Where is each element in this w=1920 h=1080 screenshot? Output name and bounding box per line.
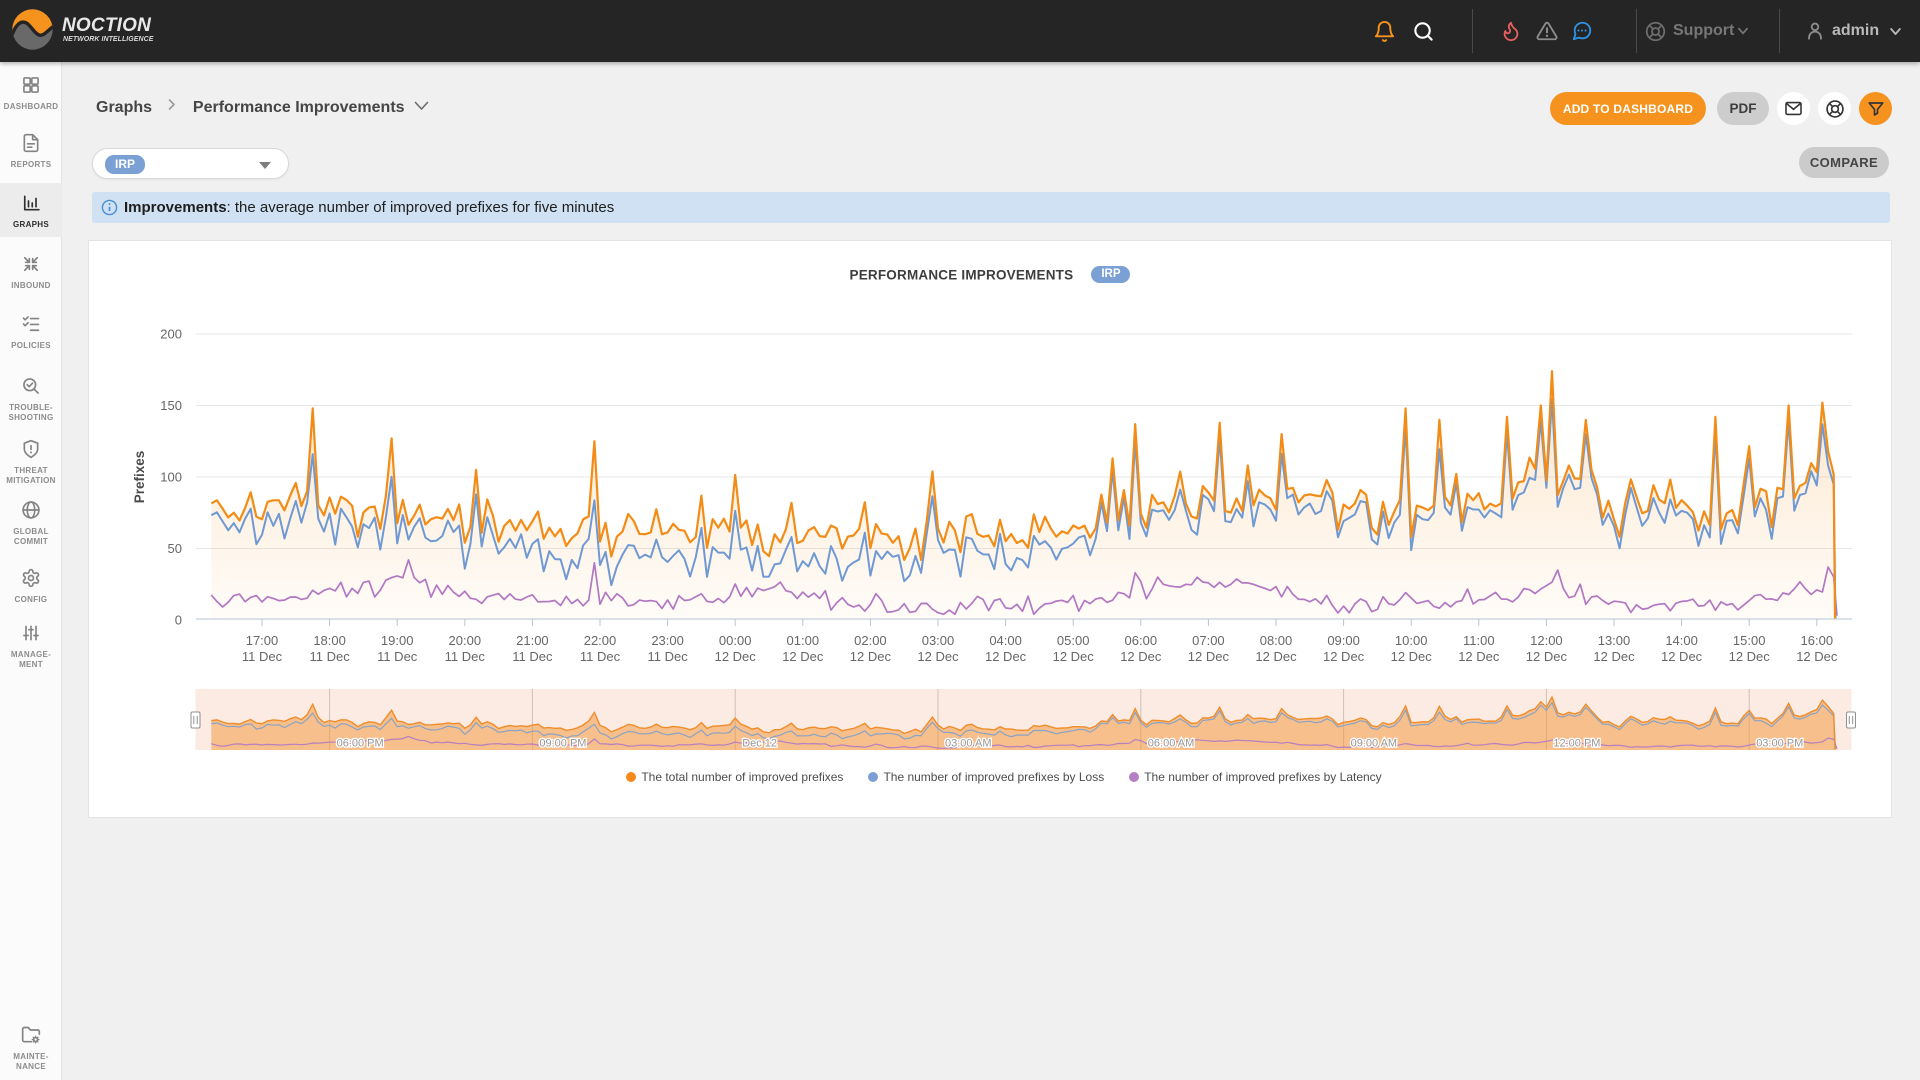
svg-text:12 Dec: 12 Dec xyxy=(1053,649,1095,664)
svg-text:12 Dec: 12 Dec xyxy=(1526,649,1568,664)
svg-text:100: 100 xyxy=(160,470,182,485)
svg-text:10:00: 10:00 xyxy=(1395,633,1428,648)
svg-text:13:00: 13:00 xyxy=(1598,633,1631,648)
svg-text:20:00: 20:00 xyxy=(449,633,482,648)
svg-text:12:00 PM: 12:00 PM xyxy=(1553,738,1600,750)
svg-text:12 Dec: 12 Dec xyxy=(1661,649,1703,664)
svg-text:Prefixes: Prefixes xyxy=(132,451,147,504)
svg-text:14:00: 14:00 xyxy=(1665,633,1698,648)
svg-text:11 Dec: 11 Dec xyxy=(647,649,688,664)
svg-text:06:00: 06:00 xyxy=(1125,633,1158,648)
svg-text:09:00 AM: 09:00 AM xyxy=(1351,738,1397,750)
svg-text:11 Dec: 11 Dec xyxy=(512,649,553,664)
svg-text:11:00: 11:00 xyxy=(1463,633,1495,648)
svg-text:03:00: 03:00 xyxy=(922,633,955,648)
svg-text:12 Dec: 12 Dec xyxy=(1593,649,1635,664)
svg-text:02:00: 02:00 xyxy=(854,633,887,648)
svg-text:150: 150 xyxy=(160,398,182,413)
svg-text:11 Dec: 11 Dec xyxy=(445,649,486,664)
svg-text:16:00: 16:00 xyxy=(1801,633,1834,648)
svg-text:18:00: 18:00 xyxy=(313,633,346,648)
svg-text:11 Dec: 11 Dec xyxy=(309,649,350,664)
svg-text:08:00: 08:00 xyxy=(1260,633,1293,648)
svg-text:00:00: 00:00 xyxy=(719,633,752,648)
svg-text:12 Dec: 12 Dec xyxy=(782,649,824,664)
svg-text:12 Dec: 12 Dec xyxy=(1458,649,1500,664)
svg-text:12 Dec: 12 Dec xyxy=(850,649,892,664)
svg-text:23:00: 23:00 xyxy=(651,633,684,648)
svg-text:03:00 PM: 03:00 PM xyxy=(1756,738,1803,750)
svg-text:06:00 AM: 06:00 AM xyxy=(1148,738,1194,750)
svg-text:12 Dec: 12 Dec xyxy=(715,649,757,664)
svg-text:15:00: 15:00 xyxy=(1733,633,1766,648)
svg-text:50: 50 xyxy=(168,541,182,556)
svg-text:21:00: 21:00 xyxy=(516,633,549,648)
svg-text:0: 0 xyxy=(175,613,182,628)
svg-text:04:00: 04:00 xyxy=(989,633,1022,648)
svg-text:11 Dec: 11 Dec xyxy=(242,649,283,664)
svg-text:200: 200 xyxy=(160,327,182,342)
svg-text:03:00 AM: 03:00 AM xyxy=(945,738,991,750)
svg-text:06:00 PM: 06:00 PM xyxy=(337,738,384,750)
svg-text:19:00: 19:00 xyxy=(381,633,414,648)
svg-text:12:00: 12:00 xyxy=(1530,633,1563,648)
svg-text:01:00: 01:00 xyxy=(787,633,820,648)
svg-text:09:00: 09:00 xyxy=(1327,633,1360,648)
svg-text:12 Dec: 12 Dec xyxy=(1729,649,1771,664)
svg-text:12 Dec: 12 Dec xyxy=(1188,649,1230,664)
svg-text:Dec 12: Dec 12 xyxy=(742,738,777,750)
svg-text:07:00: 07:00 xyxy=(1192,633,1225,648)
svg-text:12 Dec: 12 Dec xyxy=(1120,649,1162,664)
svg-text:09:00 PM: 09:00 PM xyxy=(539,738,586,750)
svg-text:05:00: 05:00 xyxy=(1057,633,1090,648)
svg-text:12 Dec: 12 Dec xyxy=(1391,649,1433,664)
svg-text:12 Dec: 12 Dec xyxy=(985,649,1027,664)
svg-text:12 Dec: 12 Dec xyxy=(917,649,959,664)
svg-text:22:00: 22:00 xyxy=(584,633,617,648)
svg-text:11 Dec: 11 Dec xyxy=(377,649,418,664)
svg-text:11 Dec: 11 Dec xyxy=(580,649,621,664)
svg-text:12 Dec: 12 Dec xyxy=(1255,649,1297,664)
svg-text:12 Dec: 12 Dec xyxy=(1323,649,1365,664)
svg-text:12 Dec: 12 Dec xyxy=(1796,649,1838,664)
svg-text:17:00: 17:00 xyxy=(246,633,279,648)
